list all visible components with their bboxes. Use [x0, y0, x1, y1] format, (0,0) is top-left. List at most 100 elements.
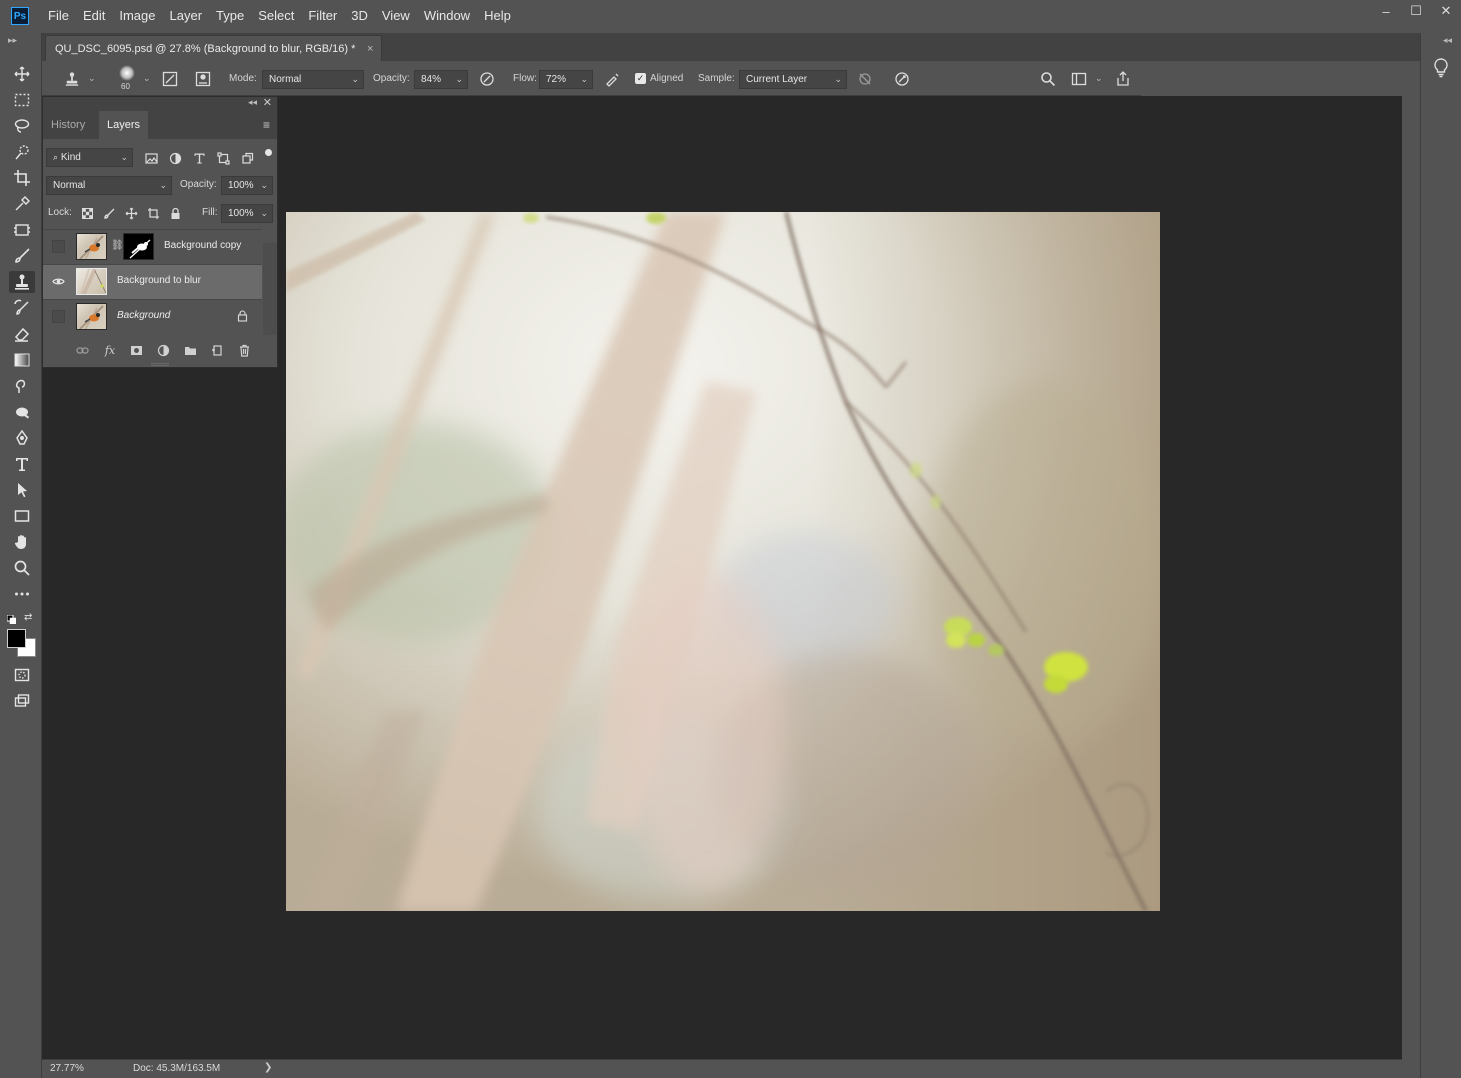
- status-menu-arrow-icon[interactable]: ❯: [264, 1062, 272, 1073]
- fill-field[interactable]: 100% ⌄: [221, 204, 273, 223]
- default-colors-icon[interactable]: [6, 613, 17, 625]
- sample-select[interactable]: Current Layer ⌄: [739, 70, 847, 89]
- lock-position-icon[interactable]: [123, 205, 139, 221]
- brush-preview-icon[interactable]: [119, 65, 135, 81]
- share-icon[interactable]: [1113, 69, 1133, 89]
- ignore-adjustment-layers-icon[interactable]: [855, 69, 875, 89]
- tab-history[interactable]: History: [43, 111, 93, 139]
- zoom-icon[interactable]: [9, 557, 35, 579]
- airbrush-icon[interactable]: [603, 69, 623, 89]
- search-icon[interactable]: [1038, 69, 1058, 89]
- flow-field[interactable]: 72% ⌄: [539, 70, 593, 89]
- panel-header[interactable]: ◂◂ ✕: [43, 97, 277, 111]
- add-mask-icon[interactable]: [128, 342, 144, 358]
- menu-window[interactable]: Window: [417, 0, 477, 32]
- delete-layer-trash-icon[interactable]: [236, 342, 252, 358]
- panel-resize-grip[interactable]: [151, 363, 169, 366]
- layer-visibility-toggle[interactable]: [52, 240, 65, 253]
- move-icon[interactable]: [9, 63, 35, 85]
- tool-preset-dropdown-icon[interactable]: ⌄: [88, 73, 96, 84]
- clone-stamp-icon[interactable]: [9, 271, 35, 293]
- layer-thumbnail[interactable]: [76, 303, 107, 330]
- close-panel-icon[interactable]: ✕: [263, 96, 272, 109]
- opacity-field[interactable]: 84% ⌄: [414, 70, 468, 89]
- lock-transparent-icon[interactable]: [79, 205, 95, 221]
- minimize-icon[interactable]: –: [1371, 0, 1401, 22]
- expand-panels-icon[interactable]: ◂◂: [1443, 35, 1452, 46]
- layer-mask-thumbnail[interactable]: [123, 233, 154, 260]
- filter-smart-object-icon[interactable]: [239, 150, 255, 166]
- gradient-icon[interactable]: [9, 349, 35, 371]
- new-group-folder-icon[interactable]: [182, 342, 198, 358]
- menu-help[interactable]: Help: [477, 0, 518, 32]
- crop-icon[interactable]: [9, 167, 35, 189]
- brush-icon[interactable]: [9, 245, 35, 267]
- swap-colors-icon[interactable]: ⇄: [24, 612, 32, 623]
- quick-mask-icon[interactable]: [9, 664, 35, 686]
- toggle-brush-settings-icon[interactable]: [160, 69, 180, 89]
- quick-select-icon[interactable]: [9, 141, 35, 163]
- menu-file[interactable]: File: [41, 0, 76, 32]
- lightbulb-learn-icon[interactable]: [1429, 55, 1453, 81]
- mode-select[interactable]: Normal ⌄: [262, 70, 364, 89]
- scrollbar-vertical[interactable]: [1402, 61, 1420, 1078]
- menu-select[interactable]: Select: [251, 0, 301, 32]
- layer-row-background-to-blur[interactable]: Background to blur: [43, 264, 262, 299]
- link-layers-icon[interactable]: [74, 342, 90, 358]
- menu-image[interactable]: Image: [112, 0, 162, 32]
- layer-opacity-field[interactable]: 100% ⌄: [221, 176, 273, 195]
- tab-layers[interactable]: Layers: [99, 111, 149, 139]
- layer-thumbnail[interactable]: [76, 268, 107, 295]
- menu-3d[interactable]: 3D: [344, 0, 375, 32]
- dodge-icon[interactable]: [9, 401, 35, 423]
- layer-row-background[interactable]: Background: [43, 299, 262, 334]
- pressure-size-icon[interactable]: [892, 69, 912, 89]
- document-canvas-image[interactable]: [286, 212, 1160, 911]
- filter-pixel-icon[interactable]: [143, 150, 159, 166]
- lasso-icon[interactable]: [9, 115, 35, 137]
- eraser-icon[interactable]: [9, 323, 35, 345]
- hand-icon[interactable]: [9, 531, 35, 553]
- photoshop-logo-icon[interactable]: Ps: [11, 7, 29, 25]
- menu-edit[interactable]: Edit: [76, 0, 112, 32]
- layer-visibility-toggle[interactable]: [52, 310, 65, 323]
- eye-icon[interactable]: [52, 275, 65, 288]
- zoom-level[interactable]: 27.77%: [50, 1063, 84, 1074]
- layer-lock-icon[interactable]: [237, 310, 248, 325]
- blend-mode-select[interactable]: Normal ⌄: [46, 176, 172, 195]
- toolbar-collapse-icon[interactable]: ▸▸: [8, 35, 17, 46]
- foreground-color-swatch[interactable]: [7, 629, 26, 648]
- history-brush-icon[interactable]: [9, 297, 35, 319]
- workspace-icon[interactable]: [1069, 69, 1089, 89]
- menu-view[interactable]: View: [375, 0, 417, 32]
- panel-menu-icon[interactable]: ≡: [263, 118, 270, 132]
- pen-icon[interactable]: [9, 427, 35, 449]
- menu-type[interactable]: Type: [209, 0, 251, 32]
- collapse-panel-icon[interactable]: ◂◂: [248, 97, 257, 108]
- rectangle-icon[interactable]: [9, 505, 35, 527]
- menu-filter[interactable]: Filter: [301, 0, 344, 32]
- document-tab[interactable]: QU_DSC_6095.psd @ 27.8% (Background to b…: [45, 35, 383, 62]
- smudge-icon[interactable]: [9, 375, 35, 397]
- close-icon[interactable]: ✕: [1431, 0, 1461, 22]
- tool-preset-clone-stamp-icon[interactable]: [62, 69, 82, 89]
- clone-source-panel-icon[interactable]: [193, 69, 213, 89]
- filter-toggle[interactable]: [265, 149, 272, 156]
- filter-adjustment-icon[interactable]: [167, 150, 183, 166]
- pressure-opacity-icon[interactable]: [477, 69, 497, 89]
- frame-icon[interactable]: [9, 219, 35, 241]
- eyedropper-icon[interactable]: [9, 193, 35, 215]
- brush-preset-dropdown-icon[interactable]: ⌄: [143, 73, 151, 84]
- layer-style-fx-icon[interactable]: fx: [102, 342, 118, 358]
- more-icon[interactable]: [9, 583, 35, 605]
- layer-thumbnail[interactable]: [76, 233, 107, 260]
- new-layer-icon[interactable]: [209, 342, 225, 358]
- filter-shape-icon[interactable]: [215, 150, 231, 166]
- close-document-icon[interactable]: ×: [367, 36, 373, 62]
- marquee-icon[interactable]: [9, 89, 35, 111]
- lock-artboard-icon[interactable]: [145, 205, 161, 221]
- lock-pixels-icon[interactable]: [101, 205, 117, 221]
- layer-mask-link-icon[interactable]: ⛓: [111, 240, 124, 251]
- new-adjustment-layer-icon[interactable]: [155, 342, 171, 358]
- path-select-icon[interactable]: [9, 479, 35, 501]
